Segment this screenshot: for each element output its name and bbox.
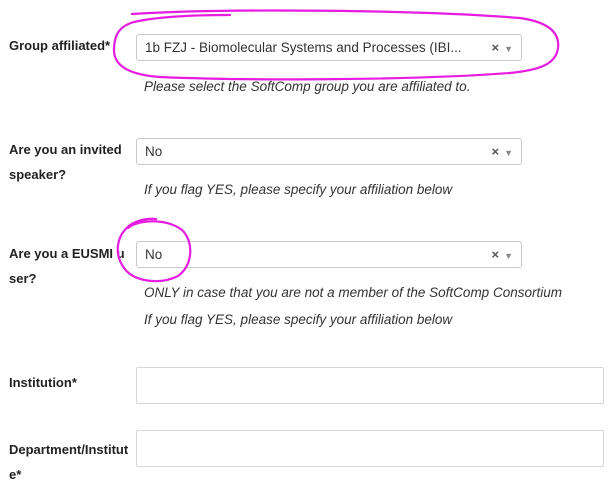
dropdown-arrow-icon[interactable]: ▼ bbox=[504, 251, 513, 261]
eusmi-user-select[interactable]: No × ▼ bbox=[136, 241, 522, 268]
eusmi-user-selected-value: No bbox=[145, 247, 163, 262]
department-input[interactable] bbox=[136, 430, 604, 467]
group-affiliated-hint: Please select the SoftComp group you are… bbox=[144, 79, 471, 94]
dropdown-arrow-icon[interactable]: ▼ bbox=[504, 44, 513, 54]
institution-label: Institution* bbox=[9, 375, 77, 390]
dropdown-arrow-icon[interactable]: ▼ bbox=[504, 148, 513, 158]
department-label: Department/Institute* bbox=[9, 442, 129, 482]
invited-speaker-controls: × ▼ bbox=[491, 139, 513, 166]
clear-selection-icon[interactable]: × bbox=[491, 144, 499, 159]
clear-selection-icon[interactable]: × bbox=[491, 40, 499, 55]
invited-speaker-label: Are you an invited speaker? bbox=[9, 142, 122, 182]
institution-input[interactable] bbox=[136, 367, 604, 404]
group-affiliated-controls: × ▼ bbox=[491, 35, 513, 62]
group-affiliated-selected-value: 1b FZJ - Biomolecular Systems and Proces… bbox=[145, 40, 462, 55]
eusmi-user-controls: × ▼ bbox=[491, 242, 513, 269]
invited-speaker-hint: If you flag YES, please specify your aff… bbox=[144, 182, 453, 197]
clear-selection-icon[interactable]: × bbox=[491, 247, 499, 262]
eusmi-user-label: Are you a EUSMI user? bbox=[9, 246, 125, 286]
eusmi-user-hint-2: If you flag YES, please specify your aff… bbox=[144, 312, 453, 327]
group-affiliated-select[interactable]: 1b FZJ - Biomolecular Systems and Proces… bbox=[136, 34, 522, 61]
group-affiliated-label: Group affiliated* bbox=[9, 38, 111, 53]
eusmi-user-hint-1: ONLY in case that you are not a member o… bbox=[144, 285, 562, 300]
registration-form: Group affiliated* 1b FZJ - Biomolecular … bbox=[0, 0, 611, 482]
invited-speaker-select[interactable]: No × ▼ bbox=[136, 138, 522, 165]
invited-speaker-selected-value: No bbox=[145, 144, 163, 159]
